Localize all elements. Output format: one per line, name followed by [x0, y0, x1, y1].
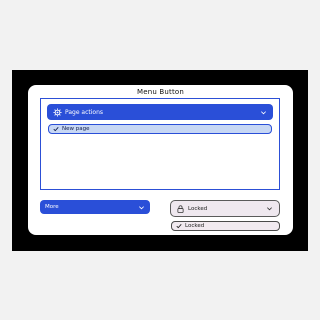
locked-button[interactable]: Locked [170, 200, 280, 217]
chevron-down-icon [138, 204, 145, 211]
menu-item-label: Locked [185, 223, 205, 229]
menu-button-window: Menu Button Page actions New page More L… [28, 85, 293, 235]
menu-panel: Page actions New page [40, 98, 280, 190]
chevron-down-icon [260, 109, 267, 116]
lock-icon [177, 204, 184, 213]
more-button[interactable]: More [40, 200, 150, 214]
page-actions-button[interactable]: Page actions [47, 104, 273, 120]
checkmark-icon [53, 126, 59, 132]
menu-item-locked[interactable]: Locked [171, 221, 280, 231]
checkmark-icon [176, 223, 182, 229]
chevron-down-icon [266, 205, 273, 212]
menu-item-label: New page [62, 126, 90, 132]
window-title: Menu Button [136, 88, 185, 96]
page-actions-label: Page actions [65, 108, 104, 116]
locked-label: Locked [188, 205, 208, 212]
gear-icon [53, 107, 62, 117]
menu-item-new-page[interactable]: New page [48, 124, 272, 134]
more-label: More [45, 204, 59, 210]
